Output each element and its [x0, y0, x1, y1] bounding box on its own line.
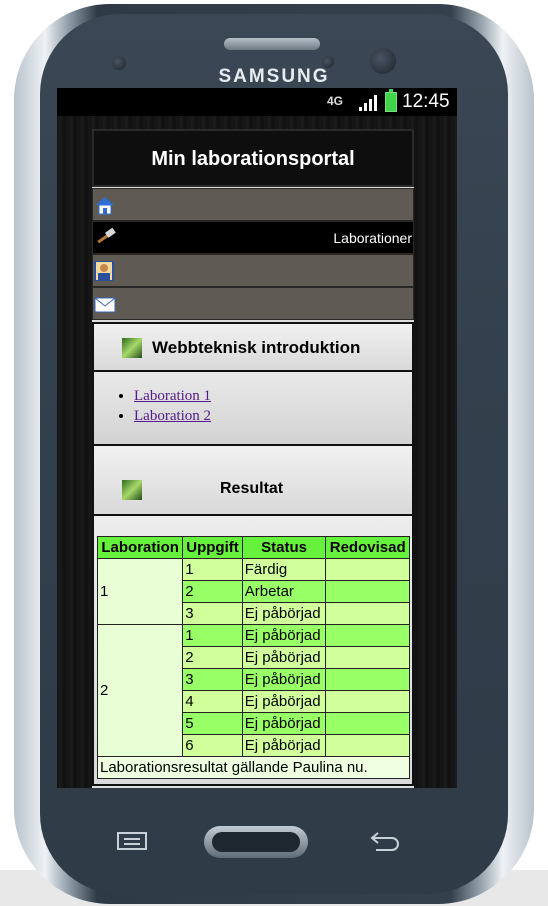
person-icon — [94, 261, 114, 281]
phone-screen: 4G 12:45 Min laborationsportal Laboratio… — [57, 88, 457, 788]
front-camera-icon — [370, 48, 396, 74]
task-status: Ej påbörjad — [241, 668, 327, 691]
results-icon — [122, 480, 142, 500]
nav-item-profile[interactable] — [92, 254, 414, 287]
task-redovisad — [325, 734, 410, 757]
task-redovisad — [325, 646, 410, 669]
task-redovisad — [325, 668, 410, 691]
column-header: Laboration — [96, 536, 184, 559]
task-redovisad — [325, 558, 410, 581]
lab-links: Laboration 1 Laboration 2 — [92, 372, 414, 446]
earpiece-speaker — [224, 38, 320, 50]
list-item: Laboration 2 — [134, 408, 412, 425]
nav-item-contact[interactable] — [92, 287, 414, 320]
task-status: Arbetar — [241, 580, 327, 603]
lab-2-link[interactable]: Laboration 2 — [134, 408, 211, 424]
task-number: 2 — [182, 646, 243, 669]
table-caption-row: Laborationsresultat gällande Paulina nu. — [97, 756, 410, 779]
lab-number: 2 — [96, 624, 184, 757]
task-status: Ej påbörjad — [241, 734, 327, 757]
task-redovisad — [325, 602, 410, 625]
nav-label: Laborationer — [333, 230, 412, 246]
task-status: Ej påbörjad — [241, 712, 327, 735]
table-row: 1 1 Färdig — [96, 558, 410, 625]
task-status: Färdig — [241, 558, 327, 581]
column-header: Uppgift — [182, 536, 243, 559]
home-icon — [96, 197, 114, 215]
battery-icon — [385, 89, 397, 112]
brand-logo: SAMSUNG — [218, 66, 330, 87]
course-icon — [122, 338, 142, 358]
nav-item-laborationer[interactable]: Laborationer — [92, 221, 414, 254]
results-section: Laboration Uppgift Status Redovisad 1 1 … — [92, 516, 414, 786]
home-button[interactable] — [204, 826, 308, 858]
table-header-row: Laboration Uppgift Status Redovisad — [96, 536, 410, 559]
task-number: 3 — [182, 602, 243, 625]
task-status: Ej påbörjad — [241, 602, 327, 625]
task-number: 4 — [182, 690, 243, 713]
hammer-icon — [97, 228, 116, 244]
task-number: 1 — [182, 624, 243, 647]
site-container: Min laborationsportal Laborationer Webbt… — [92, 129, 414, 788]
lab-1-link[interactable]: Laboration 1 — [134, 388, 211, 404]
page-title: Min laborationsportal — [92, 129, 414, 187]
column-header: Redovisad — [325, 536, 410, 559]
envelope-icon — [94, 297, 116, 313]
network-indicator: 4G — [327, 94, 344, 108]
task-redovisad — [325, 712, 410, 735]
task-number: 3 — [182, 668, 243, 691]
lab-number: 1 — [96, 558, 184, 625]
table-row: 2 1 Ej påbörjad — [96, 624, 410, 757]
web-page[interactable]: Min laborationsportal Laborationer Webbt… — [57, 116, 457, 788]
task-number: 1 — [182, 558, 243, 581]
list-item: Laboration 1 — [134, 388, 412, 405]
task-status: Ej påbörjad — [241, 646, 327, 669]
task-number: 6 — [182, 734, 243, 757]
task-redovisad — [325, 690, 410, 713]
nav-item-home[interactable] — [92, 188, 414, 221]
status-bar: 4G 12:45 — [57, 88, 457, 116]
task-redovisad — [325, 580, 410, 603]
course-header: Webbteknisk introduktion — [92, 322, 414, 372]
clock: 12:45 — [402, 91, 450, 112]
course-title: Webbteknisk introduktion — [152, 338, 361, 357]
task-status: Ej påbörjad — [241, 690, 327, 713]
column-header: Status — [241, 536, 327, 559]
task-redovisad — [325, 624, 410, 647]
results-title: Resultat — [220, 480, 284, 497]
results-caption: Laborationsresultat gällande Paulina nu. — [97, 756, 410, 779]
task-status: Ej påbörjad — [241, 624, 327, 647]
sensor-icon — [112, 56, 126, 70]
results-table: Laboration Uppgift Status Redovisad 1 1 … — [96, 536, 410, 779]
back-key-icon[interactable] — [368, 828, 402, 852]
signal-icon — [359, 95, 377, 111]
task-number: 5 — [182, 712, 243, 735]
menu-key-icon[interactable] — [116, 830, 148, 852]
task-number: 2 — [182, 580, 243, 603]
results-header: Resultat — [92, 446, 414, 516]
